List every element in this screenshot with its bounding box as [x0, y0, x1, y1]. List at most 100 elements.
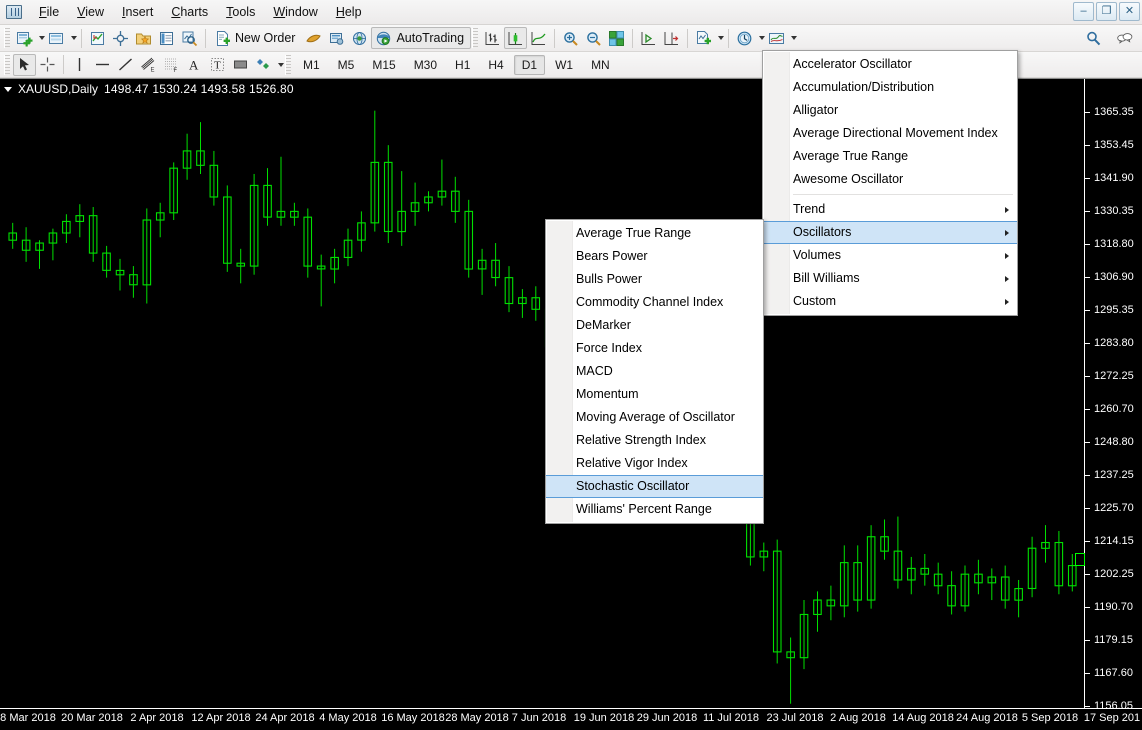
- new-order-button[interactable]: New Order: [210, 27, 302, 49]
- indicators-menu[interactable]: Accelerator Oscillator Accumulation/Distr…: [762, 50, 1018, 316]
- indicator-menu-item-accelerator-oscillator[interactable]: Accelerator Oscillator: [763, 53, 1017, 76]
- new-chart-button[interactable]: [13, 27, 36, 49]
- candlestick-chart-button[interactable]: [504, 27, 528, 49]
- zoom-out-button[interactable]: [582, 27, 605, 49]
- templates-dropdown-arrow[interactable]: [791, 36, 798, 40]
- submenu-arrow-icon: [1005, 252, 1009, 259]
- tile-windows-button[interactable]: [605, 27, 628, 49]
- cursor-tool-button[interactable]: [13, 53, 36, 76]
- menu-help[interactable]: Help: [327, 2, 371, 22]
- timeframe-m15[interactable]: M15: [364, 55, 403, 75]
- data-window-button[interactable]: [109, 27, 132, 49]
- standard-toolbar: New Order AutoTrading: [0, 25, 1142, 52]
- line-studies-grip[interactable]: [4, 54, 10, 75]
- oscillator-menu-item-momentum[interactable]: Momentum: [546, 383, 763, 406]
- indicator-menu-item-average-true-range[interactable]: Average True Range: [763, 145, 1017, 168]
- rectangle-tool-button[interactable]: [229, 54, 252, 76]
- indicator-menu-item-average-directional-movement-index[interactable]: Average Directional Movement Index: [763, 122, 1017, 145]
- autotrading-button[interactable]: AutoTrading: [371, 27, 472, 49]
- strategy-tester-button[interactable]: [178, 27, 201, 49]
- periods-button[interactable]: [733, 27, 756, 49]
- timeframe-mn[interactable]: MN: [583, 55, 618, 75]
- restore-button[interactable]: ❐: [1096, 2, 1117, 21]
- indicator-menu-item-alligator[interactable]: Alligator: [763, 99, 1017, 122]
- time-tick: 7 Jun 2018: [511, 712, 567, 724]
- fibonacci-retracement-tool-button[interactable]: F: [160, 54, 183, 76]
- menu-insert[interactable]: Insert: [113, 2, 162, 22]
- profiles-dropdown-arrow[interactable]: [71, 36, 77, 40]
- oscillator-menu-item-relative-strength-index[interactable]: Relative Strength Index: [546, 429, 763, 452]
- indicator-menu-item-oscillators[interactable]: Oscillators: [763, 221, 1017, 244]
- indicator-menu-item-awesome-oscillator[interactable]: Awesome Oscillator: [763, 168, 1017, 191]
- line-chart-button[interactable]: [527, 27, 550, 49]
- timeframe-m30[interactable]: M30: [406, 55, 445, 75]
- menu-view[interactable]: View: [68, 2, 113, 22]
- text-label-tool-button[interactable]: T: [206, 54, 229, 76]
- mql5-community-button[interactable]: [348, 27, 371, 49]
- oscillator-menu-item-bears-power[interactable]: Bears Power: [546, 245, 763, 268]
- equidistant-channel-icon: E: [141, 57, 155, 73]
- bar-chart-button[interactable]: [481, 27, 504, 49]
- horizontal-line-tool-button[interactable]: [91, 54, 114, 76]
- oscillators-submenu[interactable]: Average True Range Bears Power Bulls Power…: [545, 219, 764, 524]
- menu-tools[interactable]: Tools: [217, 2, 264, 22]
- shapes-dropdown-arrow[interactable]: [278, 62, 284, 67]
- svg-text:A: A: [189, 58, 199, 73]
- toolbar-grip-2[interactable]: [472, 28, 479, 48]
- indicator-menu-item-trend[interactable]: Trend: [763, 198, 1017, 221]
- timeframes-grip[interactable]: [285, 54, 291, 75]
- oscillator-menu-item-relative-vigor-index[interactable]: Relative Vigor Index: [546, 452, 763, 475]
- trendline-tool-button[interactable]: [114, 54, 137, 76]
- metaeditor-button[interactable]: [302, 27, 325, 49]
- indicators-button[interactable]: [692, 27, 715, 49]
- menu-file[interactable]: File: [30, 2, 68, 22]
- zoom-in-button[interactable]: [559, 27, 582, 49]
- oscillator-menu-item-williams-percent-range[interactable]: Williams' Percent Range: [546, 498, 763, 521]
- shapes-tool-button[interactable]: [252, 54, 275, 76]
- menu-charts[interactable]: Charts: [162, 2, 217, 22]
- terminal-button[interactable]: [155, 27, 178, 49]
- market-watch-button[interactable]: [86, 27, 109, 49]
- oscillator-menu-item-bulls-power[interactable]: Bulls Power: [546, 268, 763, 291]
- indicator-menu-item-volumes[interactable]: Volumes: [763, 244, 1017, 267]
- profiles-button[interactable]: [45, 27, 68, 49]
- oscillator-menu-item-stochastic-oscillator[interactable]: Stochastic Oscillator: [546, 475, 763, 498]
- minimize-button[interactable]: –: [1073, 2, 1094, 21]
- indicator-menu-item-bill-williams[interactable]: Bill Williams: [763, 267, 1017, 290]
- search-button[interactable]: [1082, 27, 1105, 49]
- indicator-menu-item-accumulation-distribution[interactable]: Accumulation/Distribution: [763, 76, 1017, 99]
- auto-scroll-button[interactable]: [637, 27, 660, 49]
- chart-shift-button[interactable]: [660, 27, 683, 49]
- oscillator-menu-item-average-true-range[interactable]: Average True Range: [546, 222, 763, 245]
- oscillator-menu-item-moving-average-of-oscillator[interactable]: Moving Average of Oscillator: [546, 406, 763, 429]
- time-axis[interactable]: 8 Mar 2018 20 Mar 2018 2 Apr 2018 12 Apr 20…: [0, 708, 1142, 730]
- new-chart-icon: [17, 31, 33, 46]
- vertical-line-tool-button[interactable]: [68, 54, 91, 76]
- equidistant-channel-tool-button[interactable]: E: [137, 54, 160, 76]
- timeframe-w1[interactable]: W1: [547, 55, 581, 75]
- text-tool-button[interactable]: A: [183, 54, 206, 76]
- timeframe-m1[interactable]: M1: [295, 55, 328, 75]
- chat-button[interactable]: [1113, 27, 1136, 49]
- tile-windows-icon: [609, 30, 625, 46]
- time-tick: 2 Aug 2018: [830, 712, 886, 724]
- oscillator-menu-item-force-index[interactable]: Force Index: [546, 337, 763, 360]
- indicator-menu-item-custom[interactable]: Custom: [763, 290, 1017, 313]
- timeframe-h1[interactable]: H1: [447, 55, 478, 75]
- close-button[interactable]: ✕: [1119, 2, 1140, 21]
- timeframe-d1[interactable]: D1: [513, 54, 546, 75]
- expert-advisors-button[interactable]: [325, 27, 348, 49]
- templates-button[interactable]: [765, 27, 788, 49]
- timeframe-h4[interactable]: H4: [480, 55, 511, 75]
- oscillator-menu-item-commodity-channel-index[interactable]: Commodity Channel Index: [546, 291, 763, 314]
- line-chart-icon: [531, 31, 546, 45]
- navigator-button[interactable]: [132, 27, 155, 49]
- toolbar-grip[interactable]: [4, 28, 10, 48]
- crosshair-tool-button[interactable]: [36, 54, 59, 76]
- oscillator-menu-item-demarker[interactable]: DeMarker: [546, 314, 763, 337]
- indicators-dropdown-arrow[interactable]: [718, 36, 725, 40]
- menu-window[interactable]: Window: [264, 2, 326, 22]
- timeframe-m5[interactable]: M5: [330, 55, 363, 75]
- chart-collapse-icon[interactable]: [4, 86, 12, 92]
- oscillator-menu-item-macd[interactable]: MACD: [546, 360, 763, 383]
